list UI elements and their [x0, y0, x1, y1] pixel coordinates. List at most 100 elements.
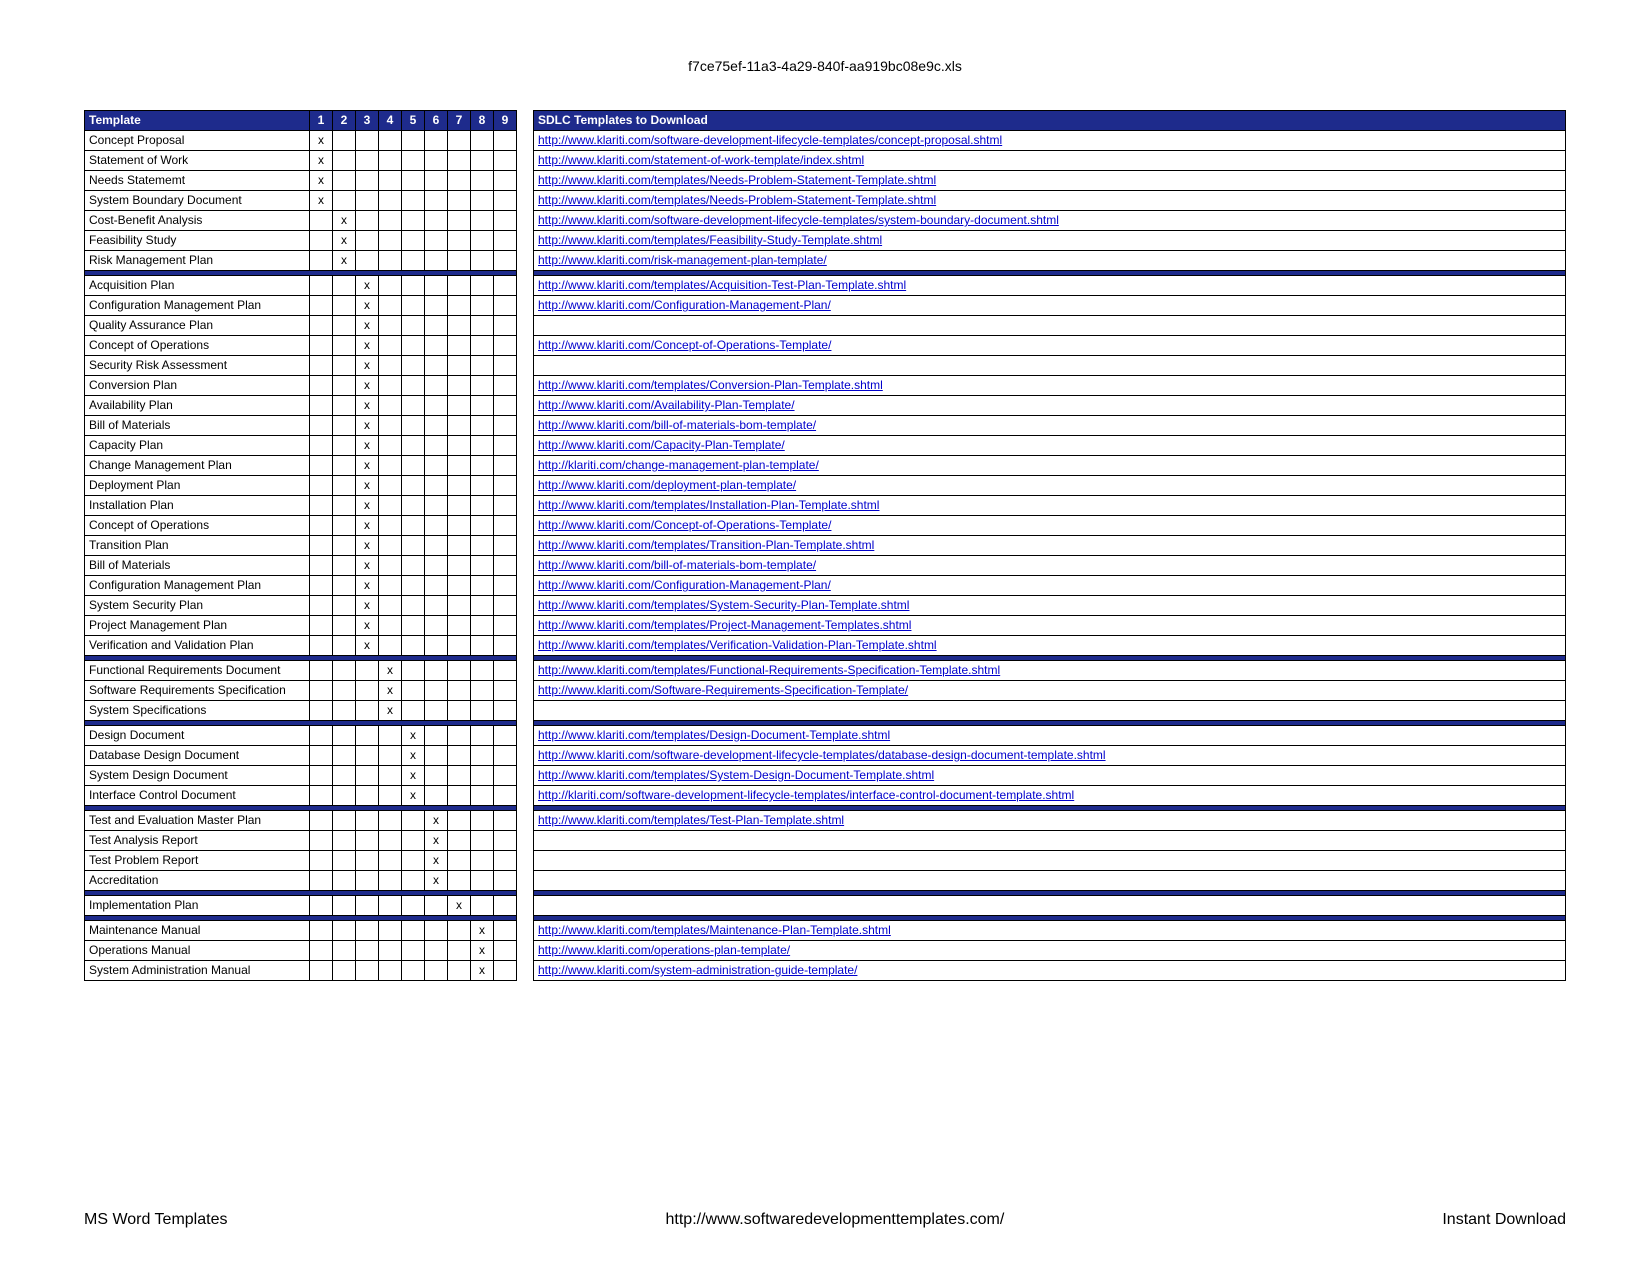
download-link-cell: http://klariti.com/software-development-…	[534, 786, 1566, 806]
download-link[interactable]: http://www.klariti.com/Software-Requirem…	[538, 683, 908, 697]
phase-5-cell	[402, 701, 425, 721]
phase-1-cell	[310, 376, 333, 396]
template-name: Concept of Operations	[85, 516, 310, 536]
table-row: Change Management Planxhttp://klariti.co…	[85, 456, 1566, 476]
phase-6-cell	[425, 476, 448, 496]
template-name: Operations Manual	[85, 941, 310, 961]
phase-9-cell	[494, 851, 517, 871]
template-name: Concept of Operations	[85, 336, 310, 356]
phase-4-cell	[379, 436, 402, 456]
phase-6-cell	[425, 941, 448, 961]
download-link[interactable]: http://www.klariti.com/templates/System-…	[538, 768, 934, 782]
phase-6-cell	[425, 296, 448, 316]
download-link[interactable]: http://www.klariti.com/system-administra…	[538, 963, 857, 977]
download-link[interactable]: http://www.klariti.com/risk-management-p…	[538, 253, 827, 267]
phase-3-cell: x	[356, 456, 379, 476]
download-link[interactable]: http://www.klariti.com/Configuration-Man…	[538, 298, 831, 312]
phase-2-cell	[333, 151, 356, 171]
download-link[interactable]: http://www.klariti.com/templates/Acquisi…	[538, 278, 906, 292]
download-link[interactable]: http://www.klariti.com/operations-plan-t…	[538, 943, 790, 957]
gap-cell	[517, 596, 534, 616]
phase-1-cell	[310, 786, 333, 806]
download-link[interactable]: http://www.klariti.com/Concept-of-Operat…	[538, 338, 831, 352]
table-row: Verification and Validation Planxhttp://…	[85, 636, 1566, 656]
download-link[interactable]: http://www.klariti.com/templates/Test-Pl…	[538, 813, 844, 827]
phase-2-cell: x	[333, 251, 356, 271]
phase-8-cell	[471, 456, 494, 476]
phase-1-cell	[310, 831, 333, 851]
phase-4-cell	[379, 726, 402, 746]
download-link-cell: http://www.klariti.com/bill-of-materials…	[534, 556, 1566, 576]
col-phase-7-header: 7	[448, 111, 471, 131]
phase-7-cell	[448, 681, 471, 701]
phase-1-cell	[310, 496, 333, 516]
download-link[interactable]: http://www.klariti.com/templates/Project…	[538, 618, 911, 632]
phase-9-cell	[494, 436, 517, 456]
phase-7-cell	[448, 516, 471, 536]
download-link[interactable]: http://www.klariti.com/Capacity-Plan-Tem…	[538, 438, 785, 452]
download-link[interactable]: http://www.klariti.com/software-developm…	[538, 213, 1059, 227]
phase-2-cell	[333, 336, 356, 356]
download-link[interactable]: http://www.klariti.com/templates/Needs-P…	[538, 173, 936, 187]
phase-7-cell	[448, 456, 471, 476]
phase-4-cell	[379, 536, 402, 556]
download-link[interactable]: http://www.klariti.com/templates/Mainten…	[538, 923, 891, 937]
download-link[interactable]: http://www.klariti.com/bill-of-materials…	[538, 418, 816, 432]
phase-7-cell	[448, 171, 471, 191]
download-link-cell: http://www.klariti.com/templates/Needs-P…	[534, 171, 1566, 191]
download-link[interactable]: http://www.klariti.com/templates/Install…	[538, 498, 879, 512]
phase-4-cell	[379, 871, 402, 891]
phase-1-cell	[310, 436, 333, 456]
download-link[interactable]: http://www.klariti.com/templates/System-…	[538, 598, 909, 612]
download-link[interactable]: http://www.klariti.com/deployment-plan-t…	[538, 478, 796, 492]
phase-2-cell	[333, 681, 356, 701]
phase-9-cell	[494, 726, 517, 746]
download-link[interactable]: http://www.klariti.com/templates/Transit…	[538, 538, 874, 552]
phase-8-cell	[471, 871, 494, 891]
template-name: Configuration Management Plan	[85, 296, 310, 316]
download-link[interactable]: http://klariti.com/change-management-pla…	[538, 458, 819, 472]
phase-8-cell	[471, 811, 494, 831]
phase-5-cell	[402, 211, 425, 231]
download-link[interactable]: http://www.klariti.com/templates/Design-…	[538, 728, 890, 742]
download-link[interactable]: http://www.klariti.com/software-developm…	[538, 748, 1106, 762]
phase-8-cell	[471, 396, 494, 416]
download-link[interactable]: http://www.klariti.com/statement-of-work…	[538, 153, 864, 167]
download-link[interactable]: http://www.klariti.com/templates/Convers…	[538, 378, 883, 392]
download-link[interactable]: http://www.klariti.com/software-developm…	[538, 133, 1002, 147]
phase-1-cell	[310, 746, 333, 766]
phase-2-cell	[333, 416, 356, 436]
template-name: Acquisition Plan	[85, 276, 310, 296]
download-link[interactable]: http://www.klariti.com/templates/Needs-P…	[538, 193, 936, 207]
template-name: Project Management Plan	[85, 616, 310, 636]
phase-2-cell: x	[333, 231, 356, 251]
phase-4-cell	[379, 786, 402, 806]
phase-4-cell: x	[379, 661, 402, 681]
phase-9-cell	[494, 336, 517, 356]
phase-6-cell	[425, 376, 448, 396]
phase-7-cell	[448, 211, 471, 231]
phase-2-cell	[333, 636, 356, 656]
download-link[interactable]: http://www.klariti.com/Availability-Plan…	[538, 398, 795, 412]
download-link[interactable]: http://www.klariti.com/templates/Feasibi…	[538, 233, 882, 247]
phase-2-cell	[333, 871, 356, 891]
download-link[interactable]: http://www.klariti.com/Configuration-Man…	[538, 578, 831, 592]
download-link[interactable]: http://www.klariti.com/bill-of-materials…	[538, 558, 816, 572]
phase-5-cell	[402, 496, 425, 516]
phase-1-cell: x	[310, 131, 333, 151]
phase-7-cell	[448, 726, 471, 746]
template-name: System Design Document	[85, 766, 310, 786]
phase-5-cell	[402, 556, 425, 576]
download-link[interactable]: http://www.klariti.com/templates/Functio…	[538, 663, 1000, 677]
phase-9-cell	[494, 811, 517, 831]
template-name: Test Analysis Report	[85, 831, 310, 851]
phase-2-cell	[333, 396, 356, 416]
download-link[interactable]: http://www.klariti.com/Concept-of-Operat…	[538, 518, 831, 532]
download-link[interactable]: http://klariti.com/software-development-…	[538, 788, 1074, 802]
download-link[interactable]: http://www.klariti.com/templates/Verific…	[538, 638, 937, 652]
col-phase-9-header: 9	[494, 111, 517, 131]
phase-9-cell	[494, 576, 517, 596]
phase-8-cell	[471, 356, 494, 376]
phase-8-cell	[471, 151, 494, 171]
table-row: Needs Statememtxhttp://www.klariti.com/t…	[85, 171, 1566, 191]
